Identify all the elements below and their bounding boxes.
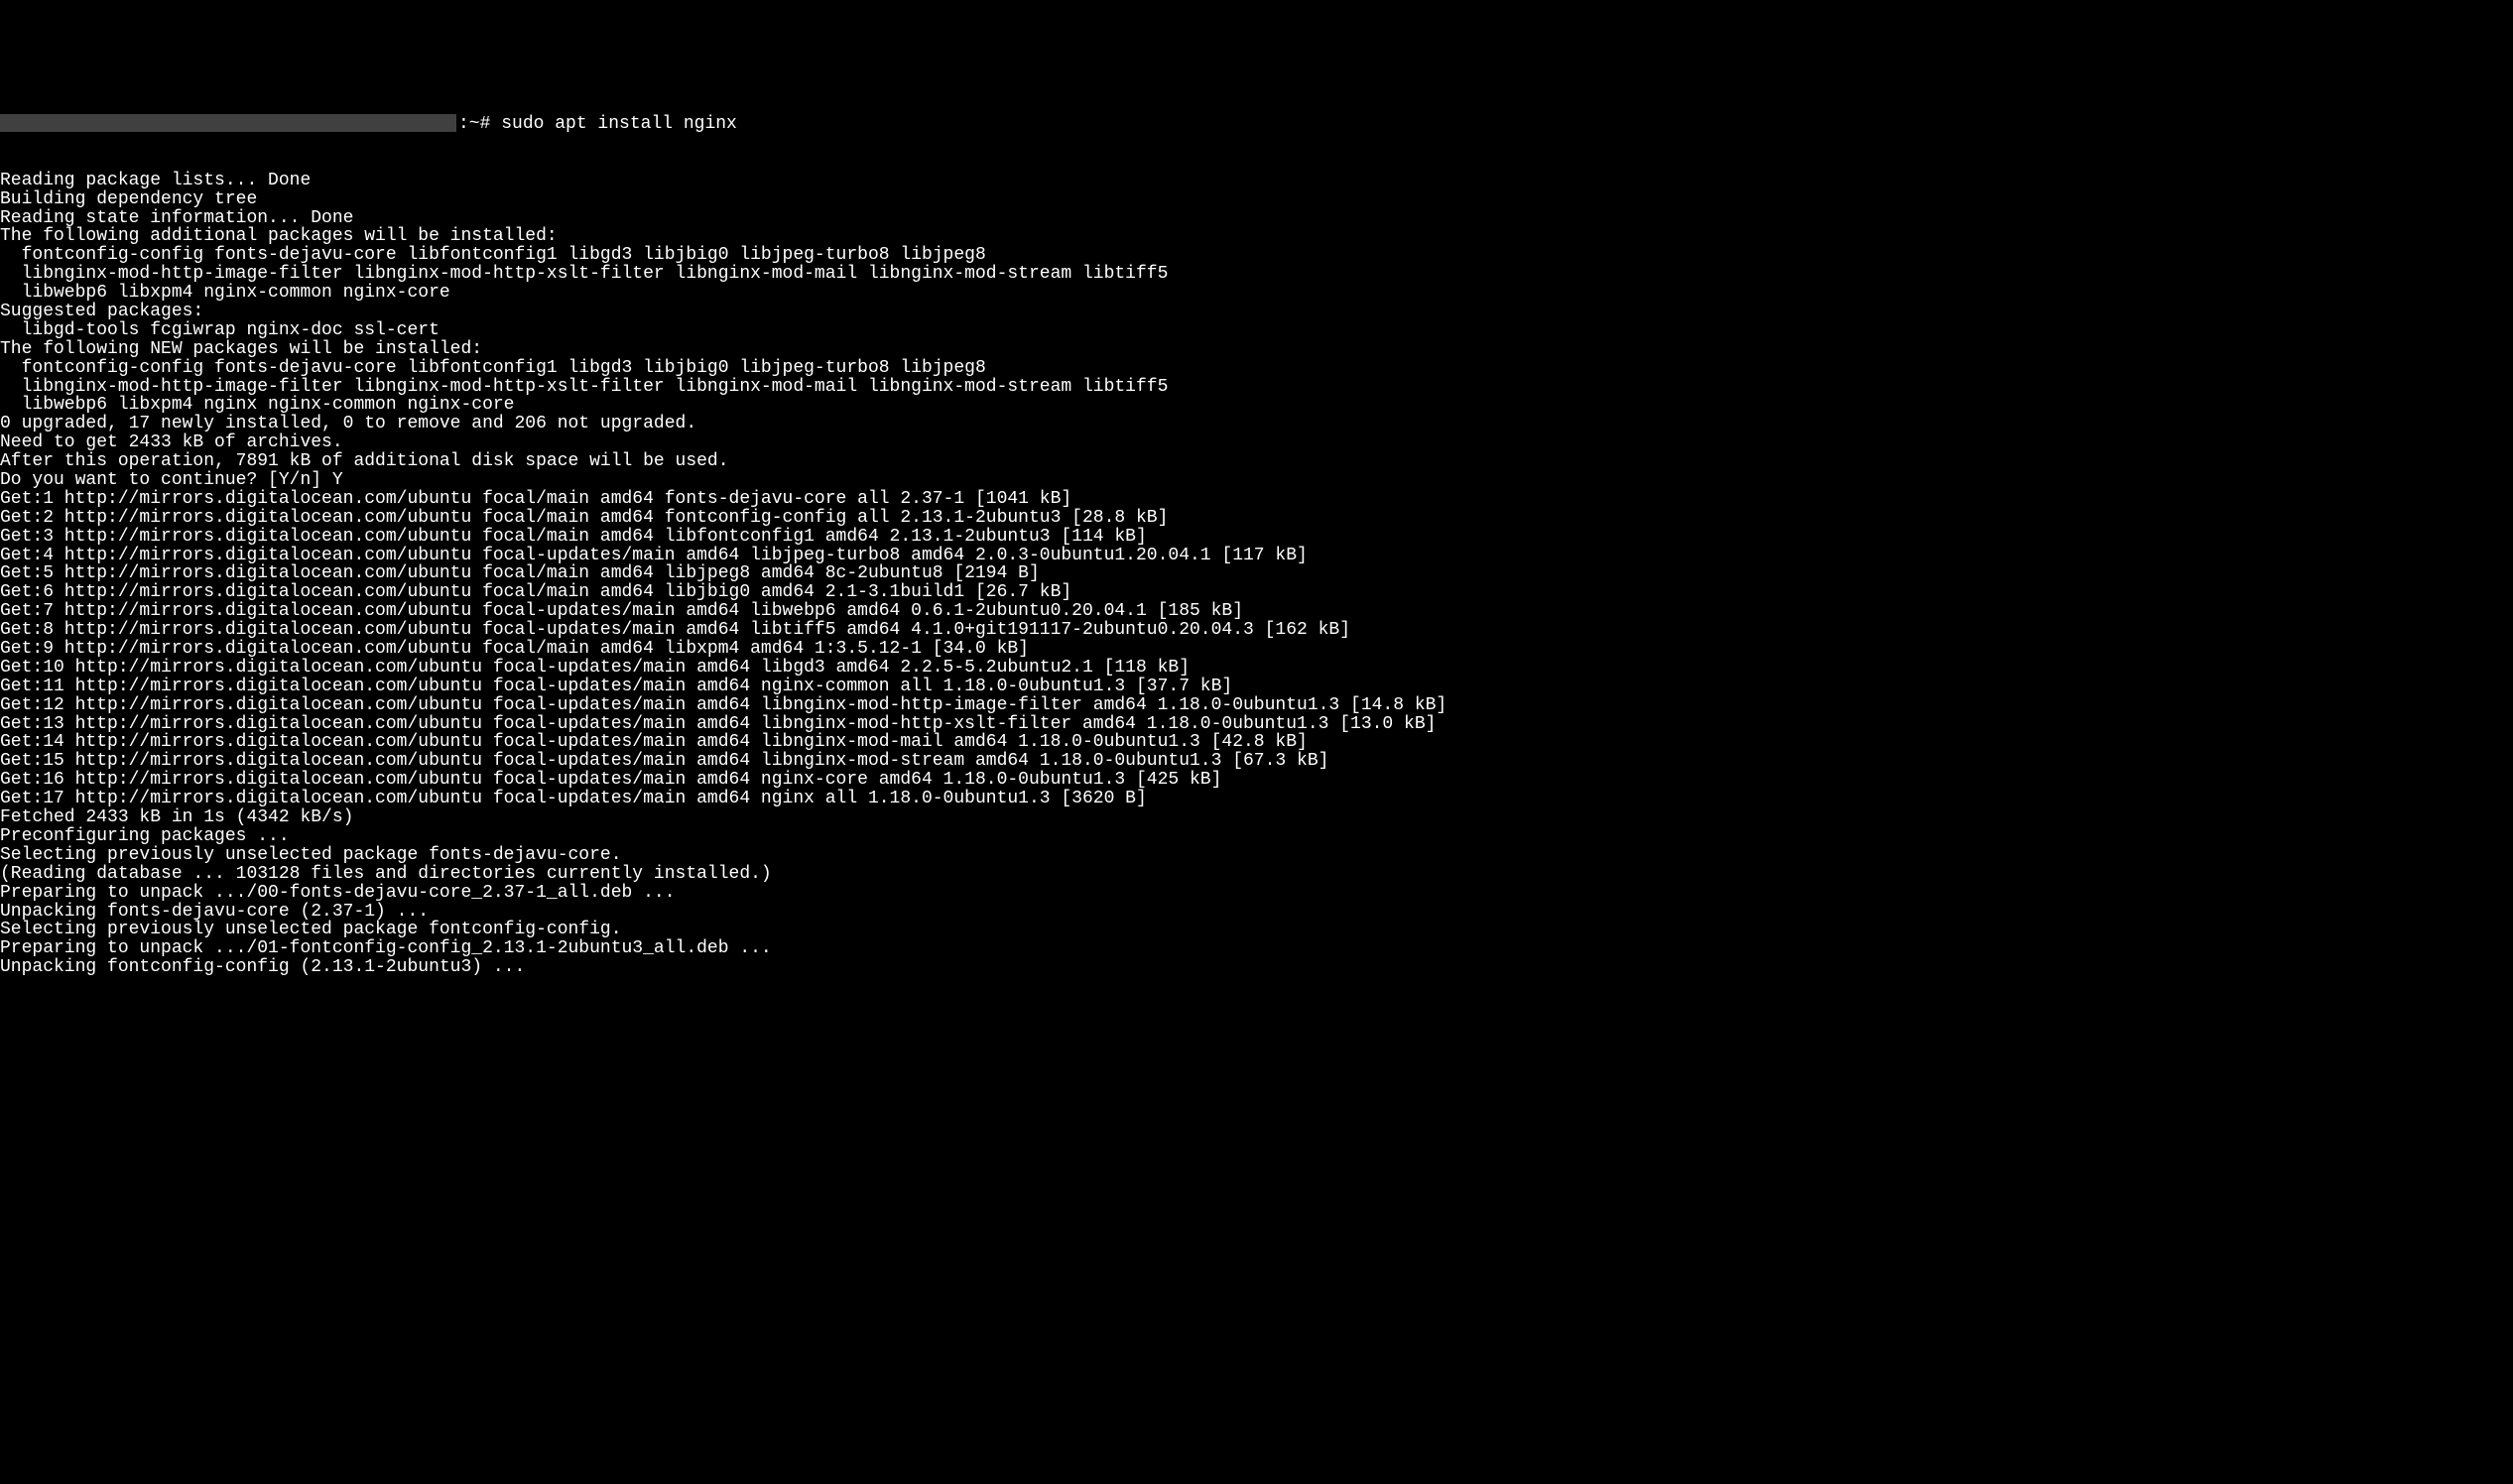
terminal-line: After this operation, 7891 kB of additio…	[0, 452, 2513, 471]
terminal-line: Get:8 http://mirrors.digitalocean.com/ub…	[0, 621, 2513, 640]
terminal-line: Get:1 http://mirrors.digitalocean.com/ub…	[0, 490, 2513, 509]
terminal-line: 0 upgraded, 17 newly installed, 0 to rem…	[0, 415, 2513, 433]
terminal-line: Get:12 http://mirrors.digitalocean.com/u…	[0, 696, 2513, 715]
terminal-line: Get:13 http://mirrors.digitalocean.com/u…	[0, 715, 2513, 734]
terminal-line: Get:9 http://mirrors.digitalocean.com/ub…	[0, 640, 2513, 659]
terminal-line: Get:14 http://mirrors.digitalocean.com/u…	[0, 733, 2513, 752]
terminal-line: Building dependency tree	[0, 190, 2513, 209]
terminal-line: Get:2 http://mirrors.digitalocean.com/ub…	[0, 509, 2513, 528]
terminal-line: Fetched 2433 kB in 1s (4342 kB/s)	[0, 808, 2513, 827]
terminal-line: libgd-tools fcgiwrap nginx-doc ssl-cert	[0, 321, 2513, 340]
redacted-host	[0, 114, 456, 132]
terminal-line: Reading state information... Done	[0, 209, 2513, 228]
terminal-line: Suggested packages:	[0, 303, 2513, 321]
terminal-line: Get:17 http://mirrors.digitalocean.com/u…	[0, 790, 2513, 808]
terminal-line: Get:16 http://mirrors.digitalocean.com/u…	[0, 771, 2513, 790]
terminal-line: Get:10 http://mirrors.digitalocean.com/u…	[0, 659, 2513, 678]
terminal-line: libwebp6 libxpm4 nginx nginx-common ngin…	[0, 396, 2513, 415]
terminal-line: Get:6 http://mirrors.digitalocean.com/ub…	[0, 583, 2513, 602]
terminal-line: Unpacking fonts-dejavu-core (2.37-1) ...	[0, 903, 2513, 922]
terminal-line: Do you want to continue? [Y/n] Y	[0, 471, 2513, 490]
terminal-line: Get:3 http://mirrors.digitalocean.com/ub…	[0, 528, 2513, 547]
terminal-line: libnginx-mod-http-image-filter libnginx-…	[0, 378, 2513, 397]
terminal-line: Get:7 http://mirrors.digitalocean.com/ub…	[0, 602, 2513, 621]
terminal-line: Preconfiguring packages ...	[0, 827, 2513, 846]
terminal-line: The following additional packages will b…	[0, 227, 2513, 246]
terminal-line: Selecting previously unselected package …	[0, 921, 2513, 939]
terminal-line: Need to get 2433 kB of archives.	[0, 433, 2513, 452]
terminal-output[interactable]: :~# sudo apt install nginx Reading packa…	[0, 75, 2513, 998]
terminal-line: libnginx-mod-http-image-filter libnginx-…	[0, 265, 2513, 284]
terminal-line: fontconfig-config fonts-dejavu-core libf…	[0, 359, 2513, 378]
terminal-line: (Reading database ... 103128 files and d…	[0, 865, 2513, 884]
terminal-line: Preparing to unpack .../01-fontconfig-co…	[0, 939, 2513, 958]
terminal-line: Get:11 http://mirrors.digitalocean.com/u…	[0, 678, 2513, 696]
terminal-line: Preparing to unpack .../00-fonts-dejavu-…	[0, 884, 2513, 903]
terminal-line: Unpacking fontconfig-config (2.13.1-2ubu…	[0, 958, 2513, 977]
terminal-line: Reading package lists... Done	[0, 172, 2513, 190]
command-text: sudo apt install nginx	[501, 114, 737, 134]
terminal-line: fontconfig-config fonts-dejavu-core libf…	[0, 246, 2513, 265]
prompt-line[interactable]: :~# sudo apt install nginx	[0, 114, 2513, 134]
terminal-line: Selecting previously unselected package …	[0, 846, 2513, 865]
terminal-line: libwebp6 libxpm4 nginx-common nginx-core	[0, 284, 2513, 303]
terminal-line: Get:4 http://mirrors.digitalocean.com/ub…	[0, 547, 2513, 565]
prompt-suffix: :~#	[458, 114, 501, 134]
terminal-line: The following NEW packages will be insta…	[0, 340, 2513, 359]
terminal-line: Get:5 http://mirrors.digitalocean.com/ub…	[0, 564, 2513, 583]
terminal-line: Get:15 http://mirrors.digitalocean.com/u…	[0, 752, 2513, 771]
